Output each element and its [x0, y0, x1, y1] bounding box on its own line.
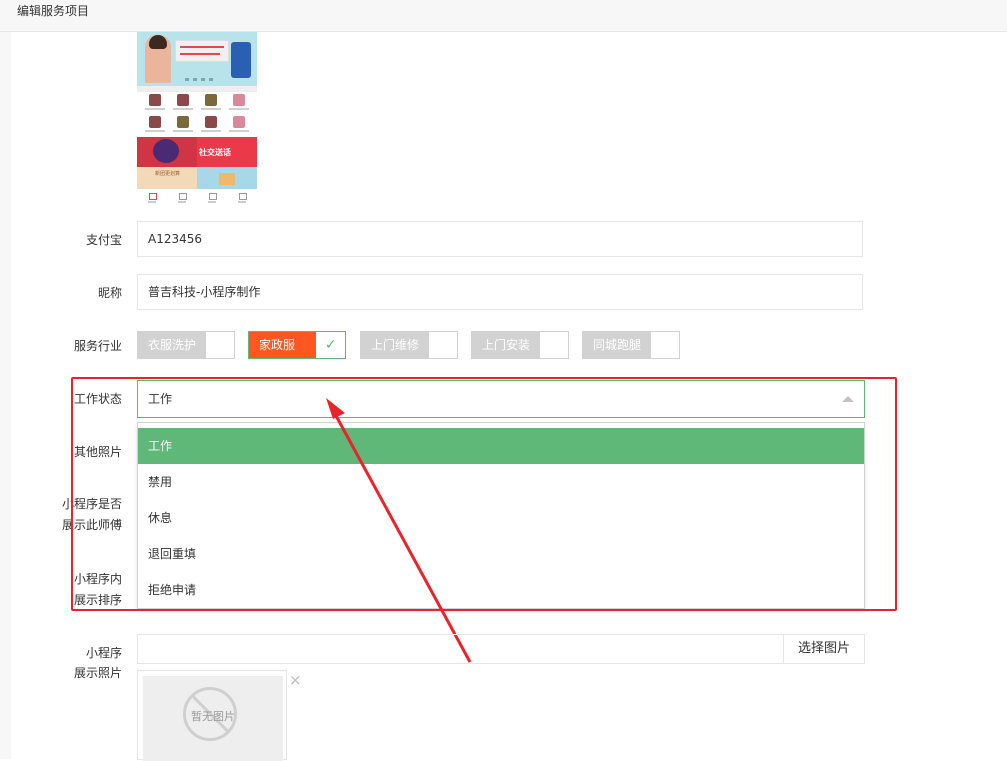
- preview-grid-icon: [225, 114, 253, 136]
- alipay-input[interactable]: A123456: [137, 221, 863, 257]
- no-image-text: 暂无图片: [191, 710, 235, 723]
- industry-checkbox-label: 家政服务: [249, 332, 317, 378]
- preview-grid-icon: [141, 92, 169, 114]
- preview-grid-icon: [225, 92, 253, 114]
- preview-banner: [137, 32, 257, 86]
- preview-banner-can: [231, 42, 251, 78]
- page-title: 编辑服务项目: [17, 4, 90, 18]
- check-icon: ✓: [324, 337, 337, 353]
- preview-carousel-dots: [185, 78, 213, 81]
- grid-icon: [172, 189, 192, 208]
- sort-order-label-line2: 展示排序: [73, 593, 122, 607]
- nickname-input[interactable]: 普吉科技-小程序制作: [137, 274, 863, 310]
- preview-grid-icon: [197, 92, 225, 114]
- preview-promo-block: 新团更划算: [137, 167, 197, 189]
- preview-grid-icon: [197, 114, 225, 136]
- preview-promo-subtext: 新团更划算: [155, 171, 181, 177]
- display-photo-upload: 选择图片: [137, 634, 865, 664]
- industry-checkbox-repair[interactable]: 上门维修: [360, 331, 458, 359]
- work-status-option-return[interactable]: 退回重填: [138, 536, 864, 572]
- show-in-app-label-line2: 展示此师傅: [61, 518, 122, 532]
- industry-checkbox-errand[interactable]: 同城跑腿: [582, 331, 680, 359]
- preview-tabbar: [137, 189, 257, 208]
- left-gutter: [0, 32, 11, 759]
- show-in-app-label-line1: 小程序是否: [61, 497, 122, 511]
- page-header: 编辑服务项目: [0, 0, 1007, 32]
- preview-promo-block: [197, 167, 257, 189]
- preview-promo-text: 社交送话: [199, 148, 231, 157]
- preview-promo-block: 社交送话: [197, 137, 257, 167]
- industry-checkbox-label: 同城跑腿: [583, 332, 652, 358]
- industry-checkbox-label: 衣服洗护: [138, 332, 207, 358]
- display-photo-thumbnail: 暂无图片: [137, 670, 287, 761]
- work-status-dropdown: 工作 禁用 休息 退回重填 拒绝申请: [137, 422, 865, 609]
- display-photo-label-line1: 小程序: [85, 646, 122, 660]
- work-status-option-reject[interactable]: 拒绝申请: [138, 572, 864, 608]
- work-status-select[interactable]: 工作: [137, 380, 865, 418]
- display-photo-path-input[interactable]: [137, 634, 784, 664]
- industry-checkbox-label: 上门安装: [472, 332, 541, 358]
- app-preview-image: 社交送话 新团更划算: [137, 32, 257, 208]
- preview-banner-girl: [145, 35, 171, 83]
- preview-icon-grid: [141, 92, 253, 136]
- cart-icon: [202, 189, 222, 208]
- sort-order-label-line1: 小程序内: [73, 572, 122, 586]
- nickname-label: 昵称: [97, 286, 122, 300]
- preview-grid-icon: [169, 92, 197, 114]
- industry-checkbox-install[interactable]: 上门安装: [471, 331, 569, 359]
- preview-banner-box: [175, 40, 229, 62]
- work-status-option-disabled[interactable]: 禁用: [138, 464, 864, 500]
- select-image-button[interactable]: 选择图片: [783, 634, 865, 664]
- home-icon: [142, 189, 162, 208]
- display-photo-label-line2: 展示照片: [73, 666, 122, 680]
- work-status-selected-value: 工作: [148, 392, 173, 406]
- work-status-option-rest[interactable]: 休息: [138, 500, 864, 536]
- preview-promo-block: [137, 137, 197, 167]
- industry-checkbox-laundry[interactable]: 衣服洗护: [137, 331, 235, 359]
- industry-label: 服务行业: [73, 339, 122, 353]
- user-icon: [232, 189, 252, 208]
- work-status-label: 工作状态: [73, 392, 122, 406]
- other-photos-label: 其他照片: [73, 445, 122, 459]
- preview-grid-icon: [169, 114, 197, 136]
- caret-up-icon[interactable]: [842, 396, 854, 402]
- industry-checkbox-housekeeping[interactable]: 家政服务 ✓: [248, 331, 346, 378]
- work-status-option-work[interactable]: 工作: [138, 428, 864, 464]
- industry-checkbox-label: 上门维修: [361, 332, 430, 358]
- close-icon[interactable]: ×: [289, 672, 302, 688]
- no-image-placeholder: 暂无图片: [143, 676, 283, 761]
- alipay-label: 支付宝: [85, 233, 122, 247]
- preview-grid-icon: [141, 114, 169, 136]
